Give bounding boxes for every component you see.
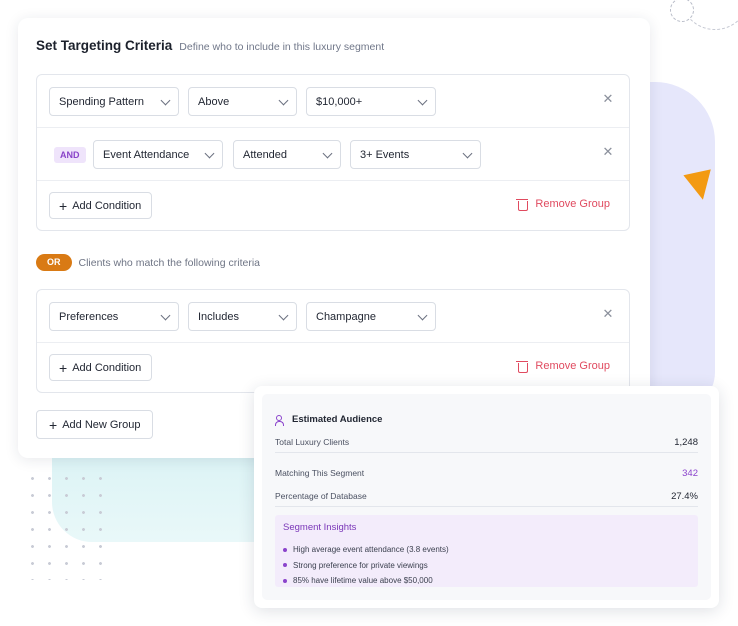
condition-row: Preferences Includes Champagne ✕ <box>37 290 629 343</box>
field-select-value: Spending Pattern <box>59 95 145 108</box>
add-condition-label: Add Condition <box>72 199 142 212</box>
insights-title: Segment Insights <box>283 522 357 533</box>
chevron-down-icon <box>462 148 473 159</box>
close-icon[interactable]: ✕ <box>602 307 614 320</box>
operator-select[interactable]: Attended <box>233 140 341 169</box>
stat-value: 1,248 <box>674 437 698 448</box>
card-title: Set Targeting Criteria <box>36 38 173 53</box>
field-select-value: Preferences <box>59 310 119 323</box>
operator-select-value: Includes <box>198 310 239 323</box>
field-select[interactable]: Preferences <box>49 302 179 331</box>
value-select-value: 3+ Events <box>360 148 410 161</box>
field-select-value: Event Attendance <box>103 148 190 161</box>
operator-select-value: Above <box>198 95 230 108</box>
add-new-group-label: Add New Group <box>62 418 141 431</box>
remove-group-button[interactable]: Remove Group <box>516 360 610 373</box>
users-icon <box>275 414 286 426</box>
divider <box>275 506 698 507</box>
chevron-down-icon <box>417 310 428 321</box>
plus-icon: + <box>59 197 68 214</box>
trash-icon <box>516 360 529 373</box>
page: Set Targeting Criteria Define who to inc… <box>0 0 738 626</box>
or-badge[interactable]: OR <box>36 254 72 271</box>
divider <box>275 452 698 453</box>
chevron-down-icon <box>160 310 171 321</box>
and-connector-badge: AND <box>54 147 86 163</box>
stat-label: Percentage of Database <box>275 491 367 501</box>
audience-title: Estimated Audience <box>292 414 383 425</box>
estimated-audience-panel: Estimated Audience Total Luxury Clients … <box>254 386 719 608</box>
list-item: 85% have lifetime value above $50,000 <box>283 573 449 589</box>
criteria-group-2: Preferences Includes Champagne ✕ + Add C… <box>36 289 630 393</box>
operator-select[interactable]: Includes <box>188 302 297 331</box>
bullet-icon <box>283 578 287 583</box>
condition-row: AND Event Attendance Attended 3+ Events … <box>37 128 629 181</box>
value-select[interactable]: 3+ Events <box>350 140 481 169</box>
audience-header: Estimated Audience <box>275 414 383 426</box>
add-condition-button[interactable]: + Add Condition <box>49 354 153 381</box>
field-select[interactable]: Event Attendance <box>93 140 223 169</box>
or-description: Clients who match the following criteria <box>78 256 261 269</box>
add-condition-button[interactable]: + Add Condition <box>49 192 153 219</box>
stat-label: Matching This Segment <box>275 468 365 478</box>
field-select[interactable]: Spending Pattern <box>49 87 179 116</box>
condition-row: Spending Pattern Above $10,000+ ✕ <box>37 75 629 128</box>
audience-panel-body: Estimated Audience Total Luxury Clients … <box>262 394 711 600</box>
dot-grid-decoration <box>24 470 114 580</box>
remove-group-button[interactable]: Remove Group <box>516 198 610 211</box>
insight-text: 85% have lifetime value above $50,000 <box>293 576 433 586</box>
add-condition-label: Add Condition <box>72 361 142 374</box>
chevron-down-icon <box>278 95 289 106</box>
insights-list: High average event attendance (3.8 event… <box>283 542 449 589</box>
card-header: Set Targeting Criteria Define who to inc… <box>36 38 384 53</box>
add-new-group-button[interactable]: + Add New Group <box>36 410 154 439</box>
plus-icon: + <box>49 416 58 433</box>
value-select[interactable]: $10,000+ <box>306 87 436 116</box>
stat-label: Total Luxury Clients <box>275 437 350 447</box>
insight-text: High average event attendance (3.8 event… <box>293 545 449 555</box>
or-separator: OR Clients who match the following crite… <box>36 254 260 271</box>
remove-group-label: Remove Group <box>535 360 610 372</box>
operator-select[interactable]: Above <box>188 87 297 116</box>
chevron-down-icon <box>160 95 171 106</box>
segment-insights: Segment Insights High average event atte… <box>275 515 698 587</box>
chevron-down-icon <box>278 310 289 321</box>
remove-group-label: Remove Group <box>535 198 610 210</box>
bullet-icon <box>283 547 287 552</box>
plus-icon: + <box>59 359 68 376</box>
value-select[interactable]: Champagne <box>306 302 436 331</box>
group-footer: + Add Condition Remove Group <box>37 181 629 231</box>
matching-segment-stat: Matching This Segment 342 <box>275 468 698 479</box>
chevron-down-icon <box>417 95 428 106</box>
card-subtitle: Define who to include in this luxury seg… <box>179 41 385 53</box>
trash-icon <box>516 198 529 211</box>
percentage-stat: Percentage of Database 27.4% <box>275 491 698 502</box>
list-item: Strong preference for private viewings <box>283 558 449 574</box>
value-select-value: $10,000+ <box>316 95 363 108</box>
close-icon[interactable]: ✕ <box>602 145 614 158</box>
criteria-group-1: Spending Pattern Above $10,000+ ✕ AND Ev… <box>36 74 630 231</box>
list-item: High average event attendance (3.8 event… <box>283 542 449 558</box>
close-icon[interactable]: ✕ <box>602 92 614 105</box>
chevron-down-icon <box>322 148 333 159</box>
bullet-icon <box>283 563 287 568</box>
stat-value: 342 <box>682 468 698 479</box>
stat-value: 27.4% <box>671 491 698 502</box>
operator-select-value: Attended <box>243 148 288 161</box>
triangle-decoration <box>683 169 717 203</box>
chevron-down-icon <box>204 148 215 159</box>
total-clients-stat: Total Luxury Clients 1,248 <box>275 437 698 448</box>
value-select-value: Champagne <box>316 310 376 323</box>
insight-text: Strong preference for private viewings <box>293 560 428 570</box>
